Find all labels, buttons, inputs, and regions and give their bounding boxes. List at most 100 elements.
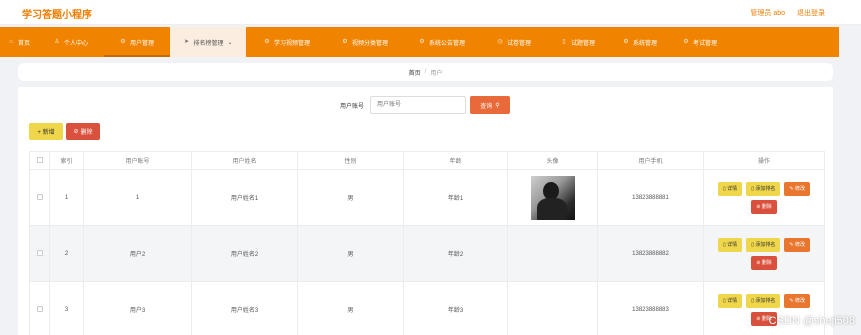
edit-button[interactable]: ✎ 修改 bbox=[784, 237, 810, 252]
detail-button[interactable]: ▯ 详情 bbox=[718, 237, 743, 252]
row-checkbox[interactable] bbox=[36, 249, 43, 256]
cell-gender: 男 bbox=[297, 169, 404, 226]
nav-item-2[interactable]: ⚙ 用户管理 bbox=[104, 27, 170, 57]
remove-button[interactable]: ⊘ 删除 bbox=[751, 199, 777, 214]
clock-icon: ◷ bbox=[497, 39, 503, 45]
gear-icon: ⚙ bbox=[264, 39, 270, 45]
nav-item-label: 首页 bbox=[17, 40, 30, 47]
delete-button-label: 删除 bbox=[80, 130, 93, 136]
search-row: 用户账号 查询 ⚲ bbox=[18, 96, 833, 114]
cell-name: 用户姓名1 bbox=[191, 169, 298, 226]
chevron-down-icon: ⌄ bbox=[227, 39, 233, 46]
cell-gender: 男 bbox=[297, 281, 404, 335]
nav-item-9[interactable]: ⚙ 系统管理 bbox=[610, 27, 670, 57]
cell-account: 1 bbox=[83, 169, 192, 226]
add-rank-button[interactable]: ▯ 添加排名 bbox=[746, 237, 781, 252]
nav-item-label: 用户管理 bbox=[129, 40, 154, 47]
nav-item-label: 排名榜管理 bbox=[193, 40, 224, 47]
nav-item-10[interactable]: ⚙ 考试管理 bbox=[670, 27, 730, 57]
detail-button-label: 详情 bbox=[727, 298, 738, 304]
gear-icon: ⚙ bbox=[120, 39, 126, 45]
cell-index: 2 bbox=[49, 225, 84, 282]
nav-item-8[interactable]: ▯ 试题管理 bbox=[546, 27, 610, 57]
nav-item-5[interactable]: ⚙ 视频分类管理 bbox=[328, 27, 402, 57]
row-checkbox[interactable] bbox=[36, 193, 43, 200]
table-header-row: 索引 用户账号 用户姓名 性别 年龄 头像 用户手机 操作 bbox=[29, 151, 825, 170]
cell-avatar bbox=[507, 281, 598, 335]
cell-index: 1 bbox=[49, 169, 84, 226]
cell-age: 年龄2 bbox=[403, 225, 508, 282]
nav-item-label: 学习视频管理 bbox=[273, 40, 310, 47]
nav-item-label: 系统管理 bbox=[632, 40, 657, 47]
send-icon: ➤ bbox=[183, 39, 189, 45]
logout-link[interactable]: 退出登录 bbox=[797, 8, 825, 18]
col-age: 年龄 bbox=[403, 151, 508, 170]
gear-icon: ⚙ bbox=[419, 39, 425, 45]
add-rank-button[interactable]: ▯ 添加排名 bbox=[746, 181, 781, 196]
detail-button[interactable]: ▯ 详情 bbox=[718, 293, 743, 308]
nav-item-label: 系统公告管理 bbox=[428, 40, 465, 47]
nav-item-label: 试题管理 bbox=[570, 40, 595, 47]
watermark: CSDN @sheji508 bbox=[768, 315, 855, 327]
edit-button-label: 修改 bbox=[794, 186, 805, 192]
cell-phone: 13823888881 bbox=[597, 169, 704, 226]
cell-name: 用户姓名3 bbox=[191, 281, 298, 335]
content-panel: 用户账号 查询 ⚲ + 新增 ⊘ 删除 索引 用户账号 用户姓名 性别 年龄 头… bbox=[18, 87, 833, 335]
col-account: 用户账号 bbox=[83, 151, 192, 170]
nav-item-4[interactable]: ⚙ 学习视频管理 bbox=[246, 27, 328, 57]
breadcrumb-home[interactable]: 首页 bbox=[409, 68, 421, 77]
remove-button-label: 删除 bbox=[761, 204, 772, 210]
edit-button[interactable]: ✎ 修改 bbox=[784, 181, 810, 196]
edit-button-label: 修改 bbox=[794, 298, 805, 304]
cell-gender: 男 bbox=[297, 225, 404, 282]
edit-button-label: 修改 bbox=[794, 242, 805, 248]
col-gender: 性别 bbox=[297, 151, 404, 170]
detail-button-label: 详情 bbox=[727, 242, 738, 248]
nav-item-7[interactable]: ◷ 试卷管理 bbox=[482, 27, 546, 57]
nav-item-label: 考试管理 bbox=[692, 40, 717, 47]
table-row: 3 用户3 用户姓名3 男年龄3 13823888883 ▯ 详情 ▯ 添加排名 ✎ 修改 ⊘ … bbox=[29, 281, 825, 335]
row-select-cell bbox=[29, 281, 50, 335]
col-index: 索引 bbox=[49, 151, 84, 170]
row-select-cell bbox=[29, 169, 50, 226]
app-title: 学习答题小程序 bbox=[22, 10, 92, 21]
nav-item-0[interactable]: ⌂ 首页 bbox=[0, 27, 38, 57]
nav-item-6[interactable]: ⚙ 系统公告管理 bbox=[402, 27, 482, 57]
search-input[interactable] bbox=[370, 96, 466, 114]
cell-actions: ▯ 详情 ▯ 添加排名 ✎ 修改 ⊘ 删除 bbox=[703, 169, 825, 226]
cell-age: 年龄1 bbox=[403, 169, 508, 226]
col-name: 用户姓名 bbox=[191, 151, 298, 170]
nav-item-label: 试卷管理 bbox=[506, 40, 531, 47]
add-button[interactable]: + 新增 bbox=[29, 123, 63, 140]
nav-item-3[interactable]: ➤ 排名榜管理 ⌄ bbox=[170, 27, 246, 57]
cell-actions: ▯ 详情 ▯ 添加排名 ✎ 修改 ⊘ 删除 bbox=[703, 225, 825, 282]
breadcrumb-current: 用户 bbox=[430, 70, 443, 77]
cell-phone: 13823888883 bbox=[597, 281, 704, 335]
breadcrumb-separator: / bbox=[424, 69, 427, 75]
nav-item-1[interactable]: ♙ 个人中心 bbox=[38, 27, 104, 57]
row-select-cell bbox=[29, 225, 50, 282]
home-icon: ⌂ bbox=[9, 39, 13, 45]
users-table: 索引 用户账号 用户姓名 性别 年龄 头像 用户手机 操作 1 1 用户姓名1 男年龄… bbox=[29, 151, 825, 335]
cell-account: 用户3 bbox=[83, 281, 192, 335]
col-phone: 用户手机 bbox=[597, 151, 704, 170]
breadcrumb: 首页 / 用户 bbox=[18, 63, 833, 81]
admin-user-label[interactable]: 管理员 abo bbox=[750, 8, 785, 18]
search-label: 用户账号 bbox=[340, 104, 365, 110]
person-icon: ♙ bbox=[54, 39, 60, 45]
search-button[interactable]: 查询 ⚲ bbox=[470, 96, 510, 114]
add-rank-button[interactable]: ▯ 添加排名 bbox=[746, 293, 781, 308]
cell-name: 用户姓名2 bbox=[191, 225, 298, 282]
table-row: 1 1 用户姓名1 男年龄1 13823888881 ▯ 详情 ▯ 添加排名 ✎ 修改 ⊘ 删除 bbox=[29, 169, 825, 226]
cell-index: 3 bbox=[49, 281, 84, 335]
delete-button[interactable]: ⊘ 删除 bbox=[66, 123, 100, 140]
remove-button[interactable]: ⊘ 删除 bbox=[751, 255, 777, 270]
edit-button[interactable]: ✎ 修改 bbox=[784, 293, 810, 308]
select-all-checkbox[interactable] bbox=[36, 156, 43, 163]
detail-button[interactable]: ▯ 详情 bbox=[718, 181, 743, 196]
detail-button-label: 详情 bbox=[727, 186, 738, 192]
cell-age: 年龄3 bbox=[403, 281, 508, 335]
select-all-cell bbox=[29, 151, 50, 170]
avatar bbox=[530, 175, 575, 220]
row-checkbox[interactable] bbox=[36, 305, 43, 312]
